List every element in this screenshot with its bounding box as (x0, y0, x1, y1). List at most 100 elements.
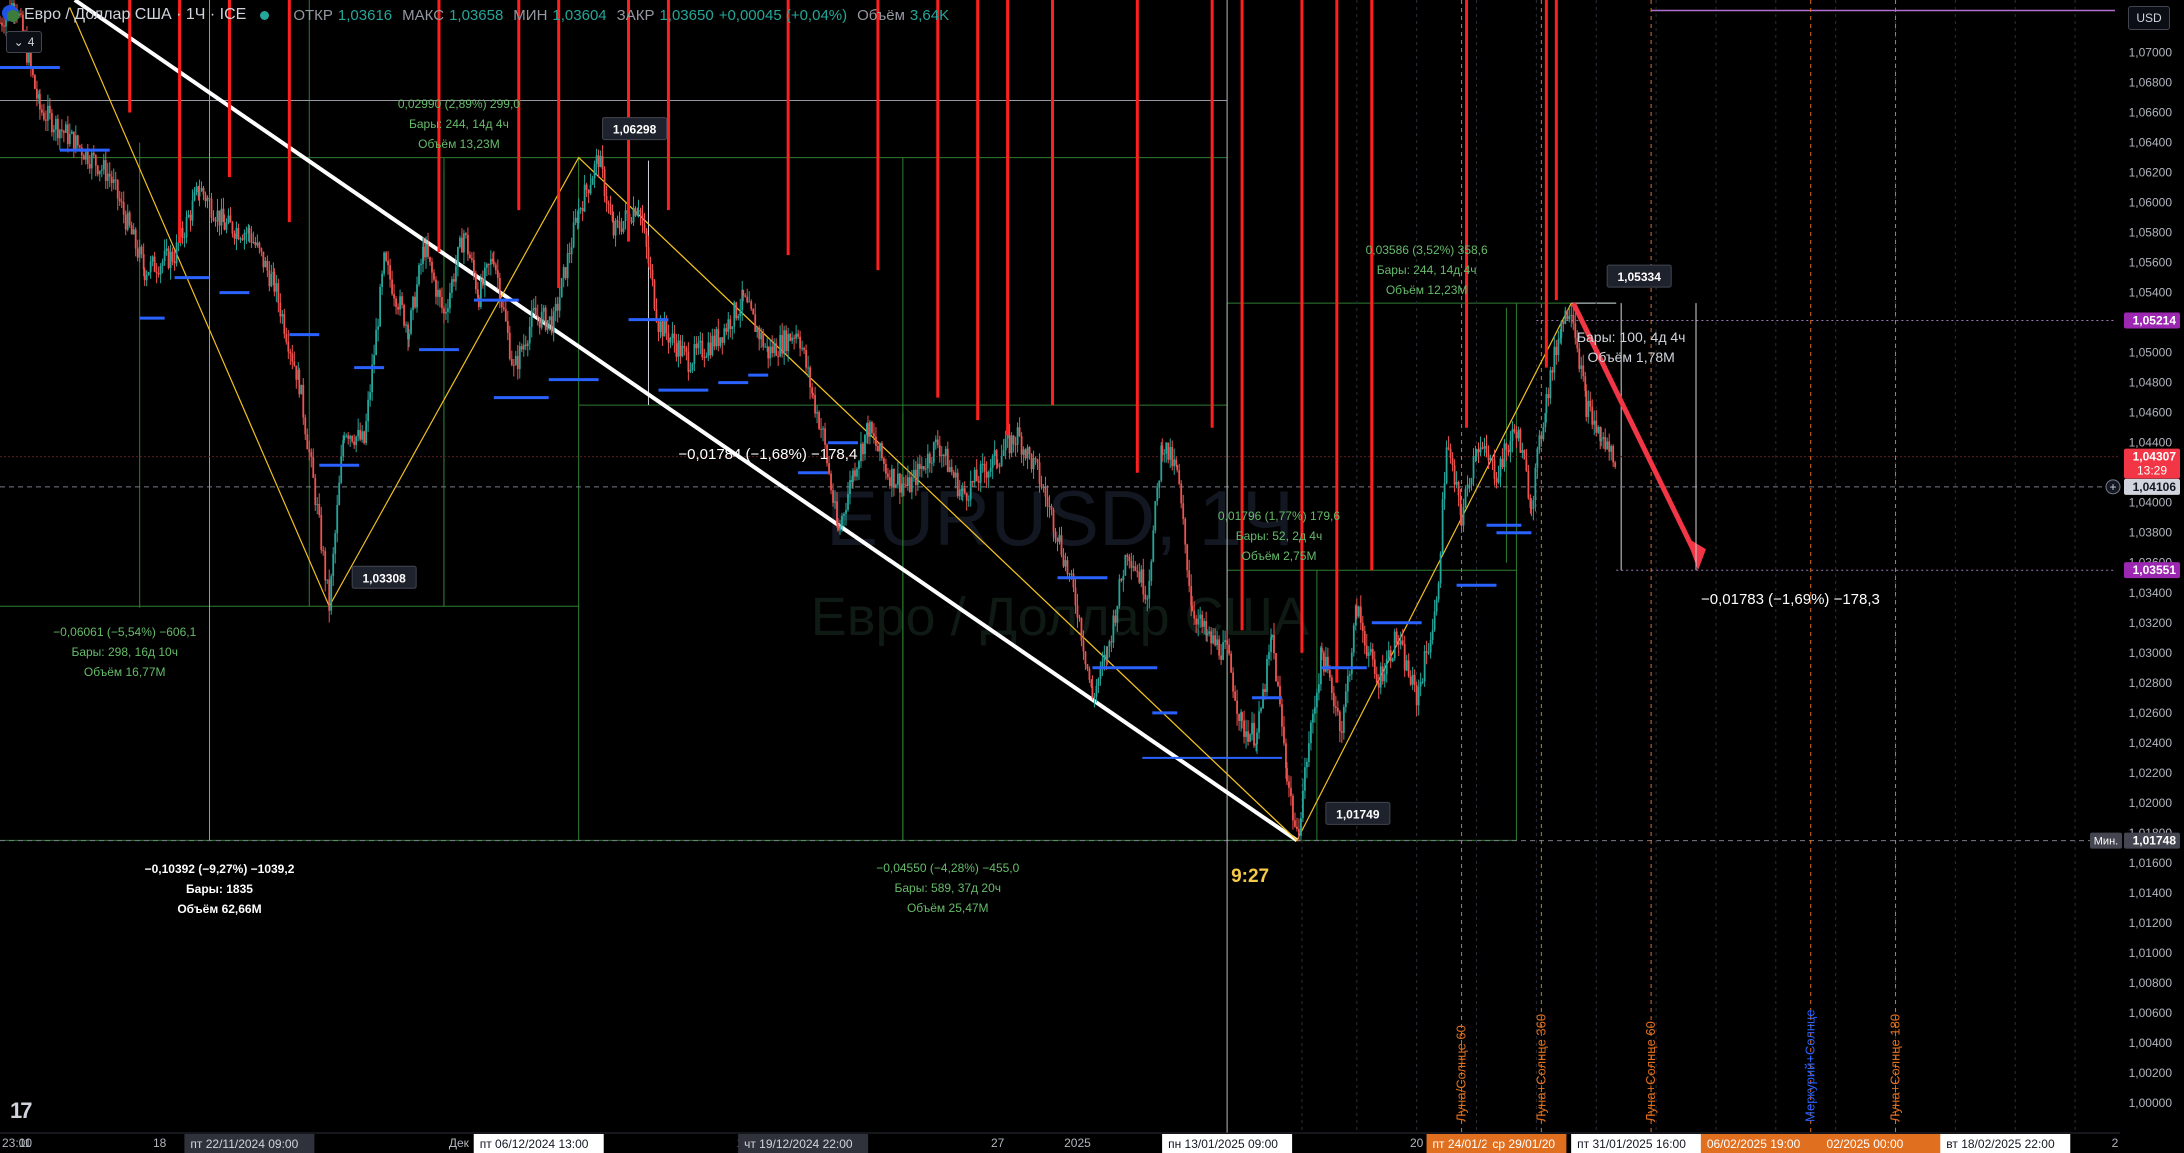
candle-body (762, 333, 765, 347)
candle-body (839, 526, 841, 531)
candle-body (1409, 676, 1412, 685)
candle-body (906, 477, 909, 487)
time-tick-8: 20 (1410, 1136, 1424, 1150)
candle-body (1437, 583, 1440, 600)
candle-body (1399, 640, 1402, 645)
candle-body (885, 463, 887, 474)
candle-body (212, 217, 215, 221)
candle-body (616, 220, 619, 222)
price-chart[interactable]: EURUSD, 1ЧЕвро / Доллар СШАЛуна/Солнце 6… (0, 0, 2184, 1153)
candle-body (587, 189, 590, 194)
candle-body (544, 307, 547, 330)
measurement-5-text2: Бары: 52, 2д 4ч (1236, 529, 1322, 543)
candle-body (1310, 722, 1312, 744)
candle-body (187, 214, 190, 217)
candle-body (108, 173, 111, 177)
candle-body (1383, 674, 1386, 682)
candle-body (487, 264, 490, 266)
candle-body (126, 212, 129, 230)
watermark-name: Евро / Доллар США (811, 587, 1309, 647)
candle-body (837, 524, 839, 531)
candle-body (1589, 400, 1592, 407)
candle-body (1521, 450, 1524, 453)
candle-body (940, 454, 943, 456)
candle-body (973, 469, 976, 483)
candle-body (443, 308, 445, 314)
low-label: МИН (513, 6, 548, 24)
candle-body (381, 273, 383, 288)
candle-body (481, 279, 484, 286)
candle-body (1236, 700, 1238, 714)
candle-body (185, 216, 188, 238)
candle-body (816, 412, 818, 414)
candle-body (1308, 743, 1310, 762)
candle-body (1435, 599, 1438, 612)
candle-body (746, 296, 749, 303)
candle-body (189, 214, 192, 221)
price-tick-12: 1,04600 (2129, 406, 2173, 420)
candle-body (106, 173, 109, 181)
candle-body (1066, 560, 1069, 574)
indicators-toggle-button[interactable]: ⌄ 4 (6, 31, 42, 53)
candle-body (300, 384, 303, 395)
candle-body (987, 471, 990, 478)
candle-body (579, 208, 582, 210)
candle-body (562, 267, 565, 279)
candle-body (1154, 501, 1157, 531)
candle-body (771, 346, 774, 354)
measurement-6-text3: Объём 12,23М (1386, 283, 1468, 297)
candle-body (461, 237, 463, 253)
candle-body (1220, 655, 1223, 660)
candle-body (1191, 605, 1194, 611)
candle-body (705, 355, 708, 358)
time-tick-2: 18 (153, 1136, 167, 1150)
candle-body (1210, 631, 1213, 644)
candle-body (536, 315, 539, 318)
candle-body (1222, 641, 1225, 660)
time-highlight-8: 02/2025 00:00 (1827, 1137, 1904, 1151)
candle-body (28, 52, 30, 63)
symbol-title[interactable]: Евро / Доллар США · 1Ч · ICE (24, 6, 246, 24)
candle-body (275, 283, 278, 292)
price-tick-35: 1,00000 (2129, 1096, 2173, 1110)
candle-body (1449, 448, 1452, 458)
candle-body (867, 423, 869, 437)
candle-body (369, 392, 372, 400)
candle-body (713, 335, 716, 347)
candle-body (1447, 447, 1450, 449)
measurement-1-text1: −0,06061 (−5,54%) −606,1 (53, 625, 196, 639)
candle-body (681, 346, 684, 357)
cycle-label-3: Меркурий+Солнце (1803, 1009, 1818, 1122)
currency-button[interactable]: USD (2128, 6, 2170, 30)
candle-body (46, 105, 49, 121)
candle-body (595, 155, 598, 164)
candle-body (1234, 691, 1236, 701)
candle-body (930, 462, 933, 464)
candle-body (1431, 629, 1434, 641)
candle-body (1423, 651, 1426, 682)
candle-body (843, 513, 845, 517)
candle-body (1095, 685, 1098, 697)
candle-body (912, 469, 915, 477)
candle-body (50, 112, 53, 133)
candle-body (679, 340, 682, 357)
candle-body (981, 463, 984, 465)
candle-body (1296, 826, 1298, 830)
candle-body (556, 303, 559, 311)
candle-body (403, 304, 405, 326)
candle-body (1206, 633, 1209, 636)
candle-body (691, 363, 694, 370)
candle-body (1004, 438, 1007, 451)
candle-body (1245, 731, 1247, 737)
candle-body (393, 293, 395, 299)
candle-body (1188, 570, 1191, 587)
candle-body (433, 272, 435, 280)
candle-body (1555, 346, 1558, 356)
price-label-4: 1,01748 (2133, 834, 2177, 848)
candle-body (463, 233, 465, 253)
price-label-2: 1,04106 (2133, 480, 2177, 494)
candle-body (243, 233, 246, 240)
candle-body (1497, 476, 1500, 483)
candle-body (239, 238, 242, 240)
cycle-label-0: Луна/Солнце 60 (1454, 1025, 1469, 1122)
